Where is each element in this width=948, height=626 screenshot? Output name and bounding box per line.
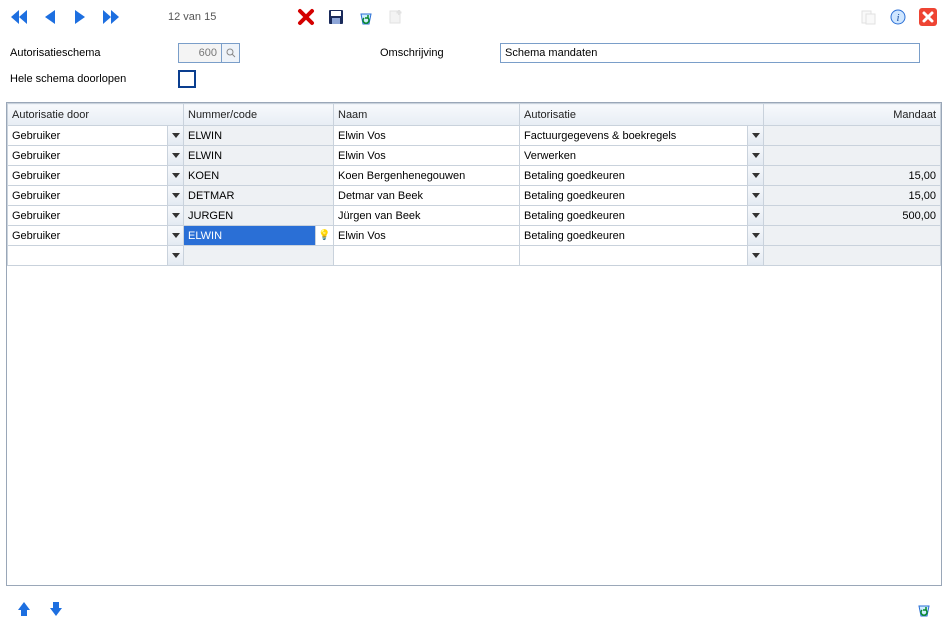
doorlopen-checkbox[interactable] [178, 70, 196, 88]
cell-auth-by[interactable]: Gebruiker [8, 166, 184, 186]
save-button[interactable] [324, 5, 348, 29]
th-mandaat[interactable]: Mandaat [764, 104, 941, 126]
cell-mandaat[interactable] [764, 226, 941, 246]
cell-mandaat[interactable] [764, 126, 941, 146]
cell-role[interactable]: Verwerken [520, 146, 764, 166]
nav-next-button[interactable] [68, 5, 92, 29]
schema-lookup-button[interactable] [222, 43, 240, 63]
recycle-button[interactable] [354, 5, 378, 29]
toolbar: 12 van 15 i [0, 0, 948, 34]
cell-mandaat[interactable]: 500,00 [764, 206, 941, 226]
auth-by-dropdown-button[interactable] [167, 226, 183, 245]
cell-role[interactable] [520, 246, 764, 266]
table-row[interactable]: GebruikerELWINElwin VosFactuurgegevens &… [8, 126, 941, 146]
paste-button-disabled [856, 5, 880, 29]
nav-last-button[interactable] [98, 5, 122, 29]
cell-mandaat[interactable] [764, 146, 941, 166]
new-button-disabled [384, 5, 408, 29]
cell-mandaat[interactable]: 15,00 [764, 166, 941, 186]
doorlopen-label: Hele schema doorlopen [10, 73, 178, 85]
auth-by-dropdown-button[interactable] [167, 126, 183, 145]
auth-by-dropdown-button[interactable] [167, 206, 183, 225]
cell-name: Jürgen van Beek [334, 206, 520, 226]
cell-name: Detmar van Beek [334, 186, 520, 206]
record-counter: 12 van 15 [168, 11, 248, 23]
cell-code[interactable]: ELWIN [184, 126, 334, 146]
role-dropdown-button[interactable] [747, 186, 763, 205]
cell-role[interactable]: Betaling goedkeuren [520, 226, 764, 246]
cell-code[interactable]: DETMAR [184, 186, 334, 206]
table-header-row: Autorisatie door Nummer/code Naam Autori… [8, 104, 941, 126]
table-row[interactable]: GebruikerDETMARDetmar van BeekBetaling g… [8, 186, 941, 206]
cell-code[interactable] [184, 246, 334, 266]
nav-prev-button[interactable] [38, 5, 62, 29]
cell-auth-by[interactable] [8, 246, 184, 266]
description-label: Omschrijving [380, 47, 500, 59]
move-up-button[interactable] [12, 597, 36, 621]
auth-by-dropdown-button[interactable] [167, 186, 183, 205]
move-down-button[interactable] [44, 597, 68, 621]
lookup-bulb-button[interactable]: 💡 [315, 226, 333, 245]
table-row[interactable]: GebruikerELWIN💡Elwin VosBetaling goedkeu… [8, 226, 941, 246]
svg-text:i: i [896, 12, 899, 24]
th-auth-by[interactable]: Autorisatie door [8, 104, 184, 126]
auth-by-dropdown-button[interactable] [167, 246, 183, 265]
table-row-new[interactable] [8, 246, 941, 266]
auth-by-dropdown-button[interactable] [167, 166, 183, 185]
th-role[interactable]: Autorisatie [520, 104, 764, 126]
role-dropdown-button[interactable] [747, 226, 763, 245]
cell-role[interactable]: Factuurgegevens & boekregels [520, 126, 764, 146]
nav-first-button[interactable] [8, 5, 32, 29]
cell-role[interactable]: Betaling goedkeuren [520, 186, 764, 206]
role-dropdown-button[interactable] [747, 146, 763, 165]
cell-mandaat[interactable]: 15,00 [764, 186, 941, 206]
cell-code[interactable]: ELWIN💡 [184, 226, 334, 246]
cell-name: Elwin Vos [334, 146, 520, 166]
cell-auth-by[interactable]: Gebruiker [8, 226, 184, 246]
footer-recycle-button[interactable] [912, 597, 936, 621]
close-button[interactable] [916, 5, 940, 29]
cell-name: Elwin Vos [334, 126, 520, 146]
cell-role[interactable]: Betaling goedkeuren [520, 166, 764, 186]
schema-code-field: 600 [178, 43, 222, 63]
role-dropdown-button[interactable] [747, 126, 763, 145]
table-row[interactable]: GebruikerELWINElwin VosVerwerken [8, 146, 941, 166]
info-button[interactable]: i [886, 5, 910, 29]
table-row[interactable]: GebruikerKOENKoen BergenhenegouwenBetali… [8, 166, 941, 186]
role-dropdown-button[interactable] [747, 206, 763, 225]
cell-code[interactable]: ELWIN [184, 146, 334, 166]
role-dropdown-button[interactable] [747, 166, 763, 185]
cell-name: Koen Bergenhenegouwen [334, 166, 520, 186]
auth-by-dropdown-button[interactable] [167, 146, 183, 165]
table-row[interactable]: GebruikerJURGENJürgen van BeekBetaling g… [8, 206, 941, 226]
cell-mandaat[interactable] [764, 246, 941, 266]
description-input[interactable] [500, 43, 920, 63]
th-code[interactable]: Nummer/code [184, 104, 334, 126]
cell-role[interactable]: Betaling goedkeuren [520, 206, 764, 226]
delete-button[interactable] [294, 5, 318, 29]
cell-auth-by[interactable]: Gebruiker [8, 126, 184, 146]
cell-code[interactable]: KOEN [184, 166, 334, 186]
cell-auth-by[interactable]: Gebruiker [8, 206, 184, 226]
footer-toolbar [0, 592, 948, 626]
form-area: Autorisatieschema 600 Omschrijving Hele … [0, 34, 948, 102]
cell-auth-by[interactable]: Gebruiker [8, 186, 184, 206]
cell-name: Elwin Vos [334, 226, 520, 246]
schema-label: Autorisatieschema [10, 47, 178, 59]
data-grid: Autorisatie door Nummer/code Naam Autori… [6, 102, 942, 586]
role-dropdown-button[interactable] [747, 246, 763, 265]
cell-auth-by[interactable]: Gebruiker [8, 146, 184, 166]
cell-code[interactable]: JURGEN [184, 206, 334, 226]
cell-name [334, 246, 520, 266]
th-name[interactable]: Naam [334, 104, 520, 126]
